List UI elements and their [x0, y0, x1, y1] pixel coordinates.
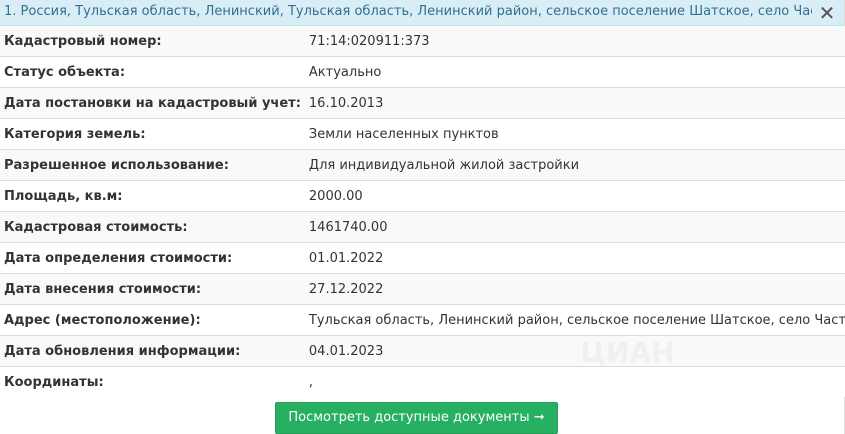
info-table: Кадастровый номер: 71:14:020911:373 Стат…	[0, 26, 845, 397]
panel-header: 1. Россия, Тульская область, Ленинский, …	[0, 0, 844, 26]
row-value: Тульская область, Ленинский район, сельс…	[304, 304, 845, 336]
row-value: 01.01.2022	[304, 242, 845, 274]
row-value: Актуально	[304, 56, 845, 88]
row-label: Дата определения стоимости:	[0, 242, 305, 274]
row-label: Площадь, кв.м:	[0, 180, 305, 212]
row-label: Статус объекта:	[0, 56, 305, 88]
row-value: 2000.00	[304, 180, 845, 212]
table-row: Дата обновления информации: 04.01.2023	[0, 335, 845, 367]
panel-title: 1. Россия, Тульская область, Ленинский, …	[4, 4, 841, 19]
close-icon[interactable]: ✕	[812, 2, 842, 24]
row-label: Координаты:	[0, 366, 305, 397]
table-row: Дата определения стоимости: 01.01.2022	[0, 242, 845, 274]
row-value: 04.01.2023	[304, 335, 845, 367]
row-label: Дата обновления информации:	[0, 335, 305, 367]
table-row: Дата постановки на кадастровый учет: 16.…	[0, 87, 845, 119]
table-row: Статус объекта: Актуально	[0, 56, 845, 88]
row-label: Дата внесения стоимости:	[0, 273, 305, 305]
button-wrapper: Посмотреть доступные документы ➞	[275, 402, 558, 434]
row-label: Адрес (местоположение):	[0, 304, 305, 336]
table-row: Координаты: ,	[0, 366, 845, 397]
row-value: 27.12.2022	[304, 273, 845, 305]
table-row: Адрес (местоположение): Тульская область…	[0, 304, 845, 336]
row-value: ,	[304, 366, 845, 397]
row-value: 71:14:020911:373	[304, 26, 845, 57]
cadastral-info-panel: 1. Россия, Тульская область, Ленинский, …	[0, 0, 845, 434]
row-label: Дата постановки на кадастровый учет:	[0, 87, 305, 119]
row-label: Категория земель:	[0, 118, 305, 150]
table-row: Дата внесения стоимости: 27.12.2022	[0, 273, 845, 305]
row-label: Кадастровый номер:	[0, 26, 305, 57]
table-row: Площадь, кв.м: 2000.00	[0, 180, 845, 212]
row-value: Для индивидуальной жилой застройки	[304, 149, 845, 181]
table-row: Категория земель: Земли населенных пункт…	[0, 118, 845, 150]
view-documents-button[interactable]: Посмотреть доступные документы ➞	[275, 402, 558, 434]
row-value: 1461740.00	[304, 211, 845, 243]
row-value: 16.10.2013	[304, 87, 845, 119]
table-row: Кадастровая стоимость: 1461740.00	[0, 211, 845, 243]
row-label: Кадастровая стоимость:	[0, 211, 305, 243]
row-value: Земли населенных пунктов	[304, 118, 845, 150]
row-label: Разрешенное использование:	[0, 149, 305, 181]
table-row: Кадастровый номер: 71:14:020911:373	[0, 26, 845, 57]
table-row: Разрешенное использование: Для индивидуа…	[0, 149, 845, 181]
